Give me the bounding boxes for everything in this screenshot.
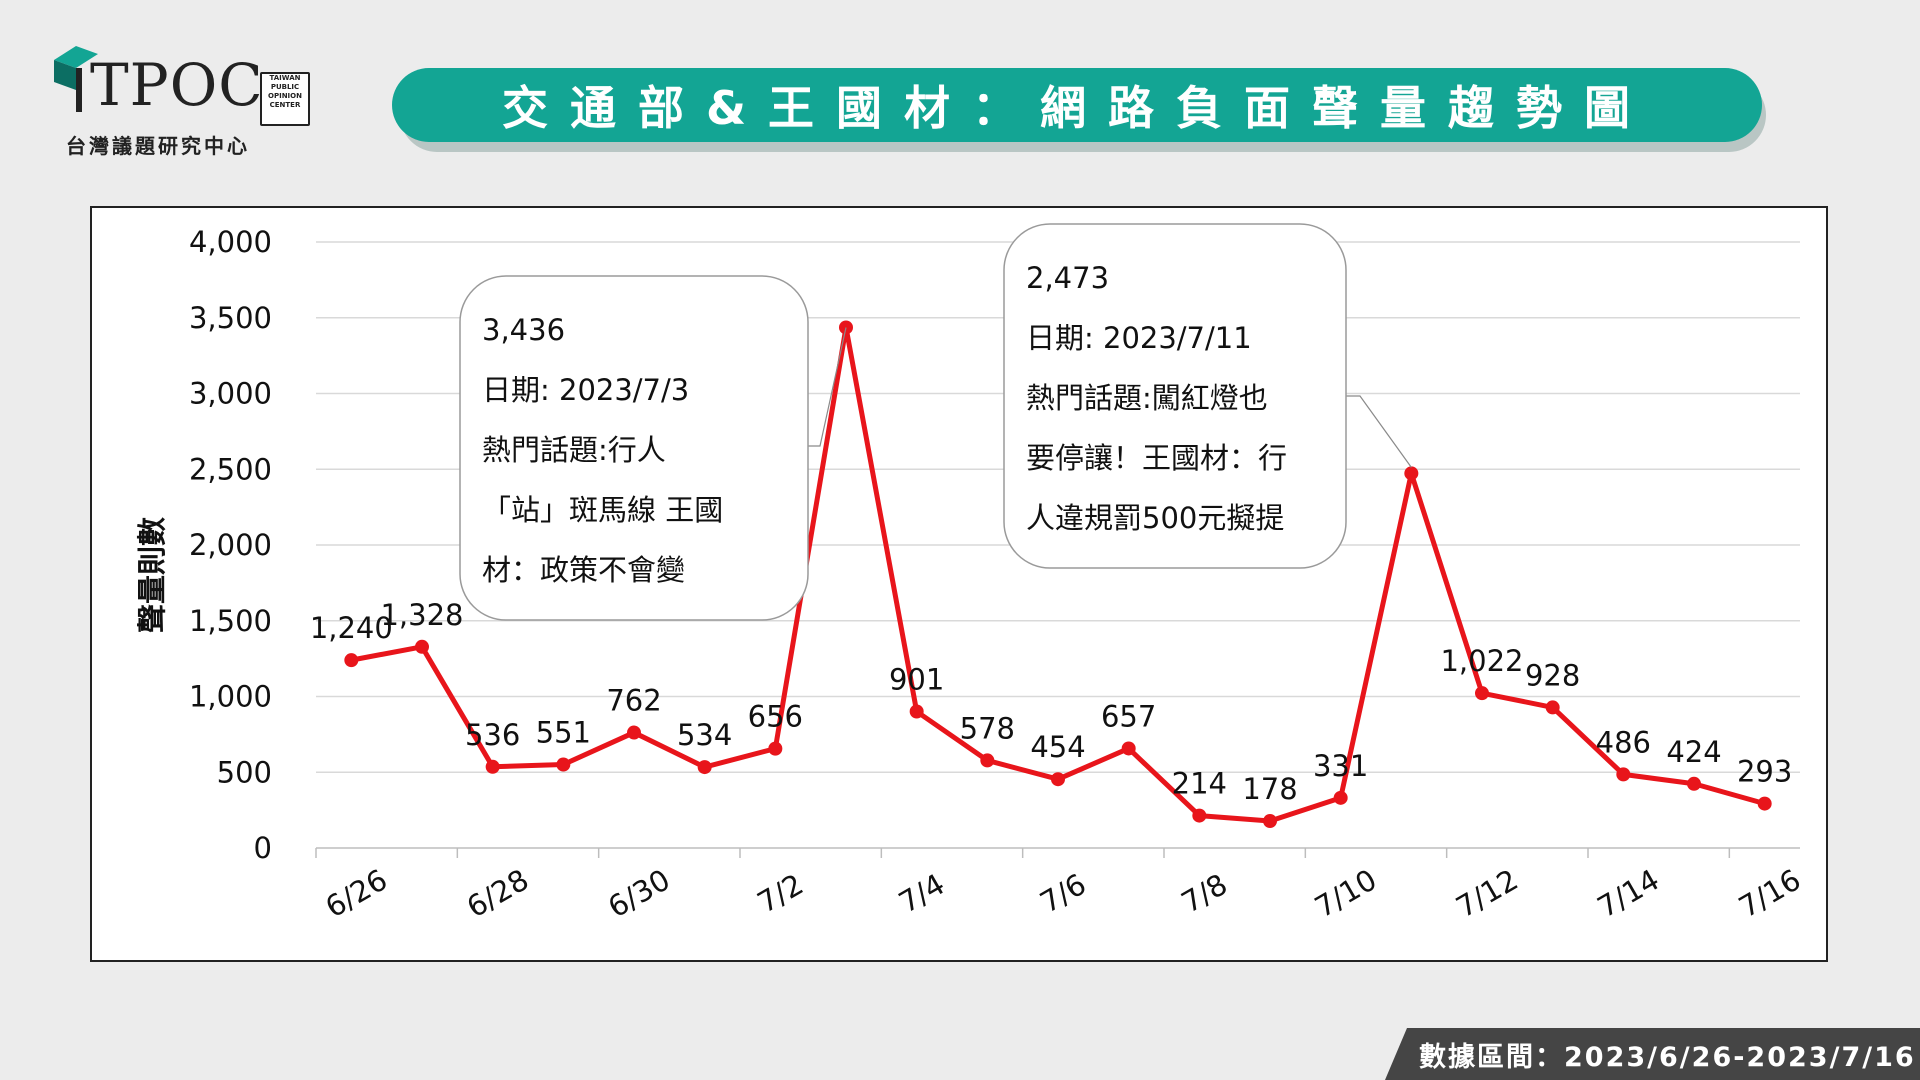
data-label: 1,328 [380,598,463,632]
y-tick-label: 3,000 [189,377,272,411]
y-axis-title: 聲量則數 [135,517,169,633]
data-label: 551 [536,716,591,750]
data-label: 331 [1313,749,1368,783]
x-tick-label: 7/12 [1450,862,1523,924]
line-chart: 0 500 1,000 1,500 2,000 2,500 3,000 3,500 4,000 6… [135,223,1806,924]
data-point [485,759,500,774]
x-tick-label: 7/14 [1592,862,1665,924]
data-point [1757,796,1772,811]
logo-subtitle: 台灣議題研究中心 [66,134,250,158]
data-label: 762 [606,684,661,718]
callout-text: 日期: 2023/7/3 [482,373,689,407]
data-point [1616,767,1631,782]
logo-text: TPOC [90,51,264,119]
title-banner: 交通部&王國材：網路負面聲量趨勢圖 [392,68,1762,142]
chart-panel: 0 500 1,000 1,500 2,000 2,500 3,000 3,500 4,000 6… [90,206,1828,962]
x-tick-label: 7/16 [1733,862,1806,924]
x-tick-label: 7/10 [1309,862,1382,924]
data-point [1121,741,1136,756]
callout-text: 日期: 2023/7/11 [1026,321,1252,355]
y-tick-label: 2,500 [189,452,272,486]
y-tick-label: 4,000 [189,225,272,259]
x-tick-label: 6/30 [602,862,675,924]
data-point [1687,776,1701,791]
y-tick-label: 1,500 [189,604,272,638]
callout-text: 「站」斑馬線 王國 [482,493,723,527]
logo-badge: TAIWAN PUBLIC OPINION CENTER [260,72,310,126]
tpoc-logo: TPOC TAIWAN PUBLIC OPINION CENTER 台灣議題研究… [52,38,312,158]
data-point [909,704,924,719]
data-label: 1,022 [1440,644,1523,678]
date-range-footer: 數據區間：2023/6/26-2023/7/16 [1385,1028,1920,1080]
x-tick-label: 7/8 [1176,867,1233,920]
x-tick-label: 7/4 [893,867,950,920]
data-label: 454 [1030,730,1085,764]
y-tick-label: 1,000 [189,680,272,714]
data-point [1545,700,1560,715]
x-tick-label: 6/26 [320,862,393,924]
y-tick-label: 3,500 [189,301,272,335]
data-point [1333,790,1348,805]
data-label: 578 [960,711,1015,745]
y-tick-label: 500 [217,755,272,789]
data-point [1051,772,1065,787]
callout-text: 熱門話題:闖紅燈也 [1026,381,1268,415]
callout-text: 3,436 [482,313,565,347]
data-point [1475,686,1489,701]
callout-leader [1346,395,1412,468]
data-point [1192,808,1207,823]
y-tick-label: 0 [254,831,272,865]
data-label: 178 [1242,772,1297,806]
data-label: 928 [1525,658,1580,692]
data-label: 293 [1737,755,1792,789]
data-point [415,639,429,654]
data-label: 536 [465,718,520,752]
data-label: 901 [889,662,944,696]
callout-text: 熱門話題:行人 [482,433,666,467]
x-tick-label: 7/2 [752,867,809,920]
data-point [1404,466,1419,481]
data-point [697,760,712,775]
data-label: 214 [1172,767,1227,801]
data-label: 486 [1596,725,1651,759]
data-label: 424 [1666,735,1721,769]
x-tick-label: 6/28 [461,862,534,924]
data-point [344,653,359,668]
data-point [768,741,783,756]
data-point [1263,814,1277,829]
data-point [980,753,995,768]
data-label: 656 [748,700,803,734]
data-label: 657 [1101,699,1156,733]
data-point [839,320,853,335]
callout-text: 人違規罰500元擬提 [1026,501,1284,535]
callout-text: 2,473 [1026,261,1109,295]
y-tick-label: 2,000 [189,528,272,562]
x-tick-label: 7/6 [1034,867,1091,920]
data-point [556,757,571,772]
callout-text: 要停讓！王國材：行 [1026,441,1287,475]
data-label: 534 [677,718,732,752]
data-point [627,725,641,740]
callout-text: 材：政策不會變 [482,553,685,587]
